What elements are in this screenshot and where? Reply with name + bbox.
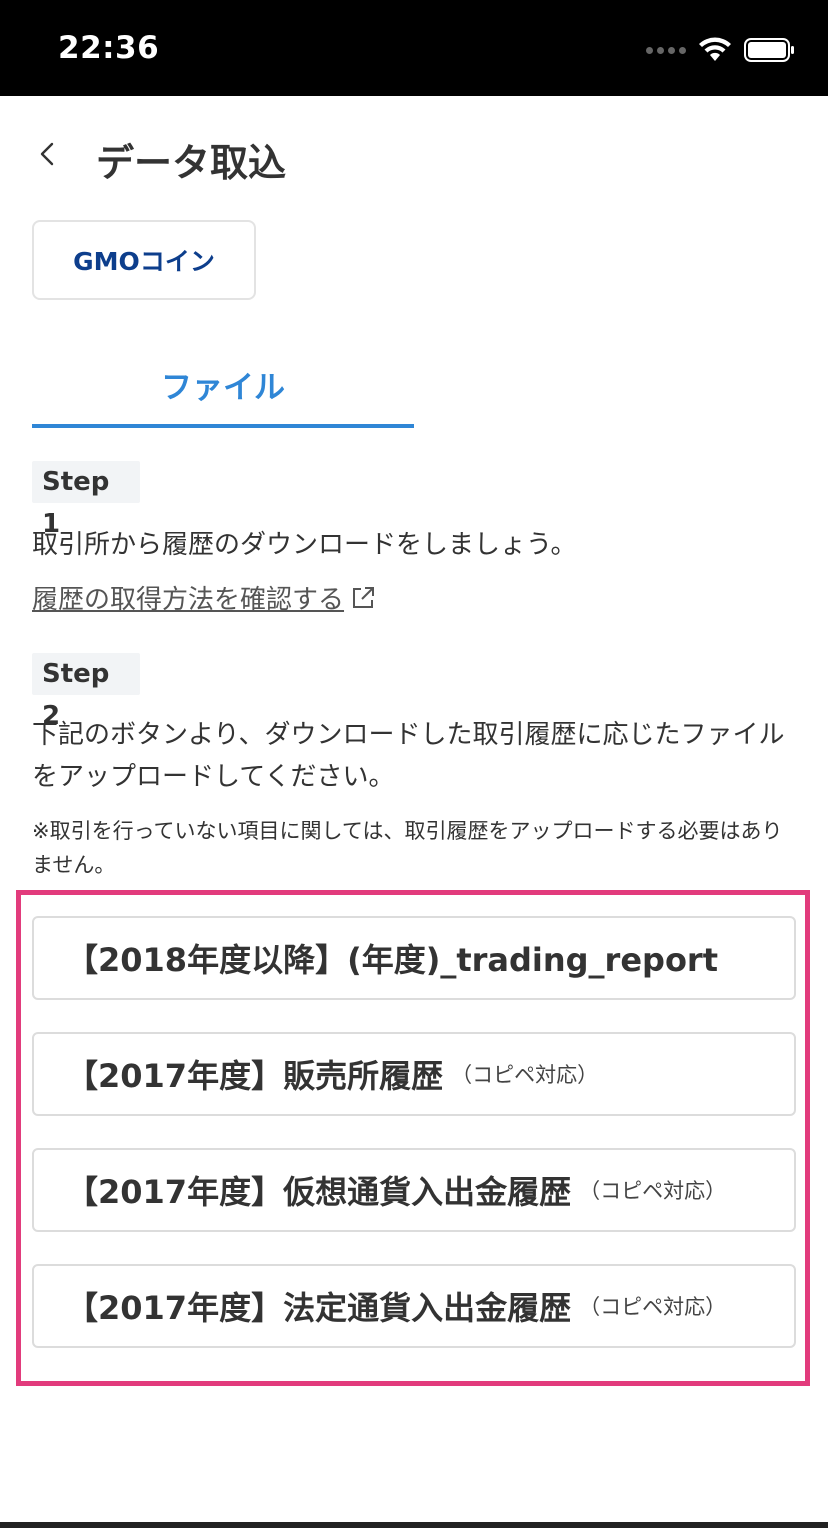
wifi-icon xyxy=(699,37,731,61)
upload-button-label: 【2018年度以降】(年度)_trading_report xyxy=(66,941,719,979)
upload-button-2017-crypto-deposit-withdrawal[interactable]: 【2017年度】仮想通貨入出金履歴 （コピペ対応） xyxy=(32,1148,796,1232)
status-icons xyxy=(646,36,796,64)
step2-badge: Step 2 xyxy=(32,653,140,731)
exchange-logo: GMOコイン xyxy=(32,220,256,300)
step1-badge: Step 1 xyxy=(32,461,140,539)
copy-paste-support-note: （コピペ対応） xyxy=(579,1295,727,1319)
history-guide-link-label: 履歴の取得方法を確認する xyxy=(32,585,345,615)
page-title: データ取込 xyxy=(96,141,287,185)
upload-note: ※取引を行っていない項目に関しては、取引履歴をアップロードする必要はありません。 xyxy=(32,819,783,877)
battery-icon xyxy=(744,38,794,62)
upload-button-2017-fiat-deposit-withdrawal[interactable]: 【2017年度】法定通貨入出金履歴 （コピペ対応） xyxy=(32,1264,796,1348)
step2-text: 下記のボタンより、ダウンロードした取引履歴に応じたファイルをアップロードしてくだ… xyxy=(32,720,785,792)
tab-active-indicator xyxy=(32,424,414,428)
cellular-signal-icon xyxy=(646,46,686,54)
copy-paste-support-note: （コピペ対応） xyxy=(451,1063,599,1087)
step1-text: 取引所から履歴のダウンロードをしましょう。 xyxy=(32,530,577,560)
home-indicator xyxy=(0,1522,828,1528)
upload-button-2018-trading-report[interactable]: 【2018年度以降】(年度)_trading_report xyxy=(32,916,796,1000)
upload-button-label: 【2017年度】仮想通貨入出金履歴 xyxy=(66,1173,572,1211)
status-time: 22:36 xyxy=(58,30,160,66)
logo-coin-text: コイン xyxy=(139,247,215,276)
upload-button-2017-sales-history[interactable]: 【2017年度】販売所履歴 （コピペ対応） xyxy=(32,1032,796,1116)
gmo-coin-logo: GMOコイン xyxy=(73,242,215,278)
upload-button-label: 【2017年度】販売所履歴 xyxy=(66,1057,444,1095)
logo-gmo-text: GMO xyxy=(73,247,140,276)
back-chevron-icon[interactable] xyxy=(34,140,62,168)
tab-file-label: ファイル xyxy=(161,370,285,406)
history-guide-link[interactable]: 履歴の取得方法を確認する xyxy=(32,580,376,620)
external-link-icon xyxy=(353,587,375,608)
header: データ取込 xyxy=(0,96,828,216)
status-bar: 22:36 xyxy=(0,0,828,96)
copy-paste-support-note: （コピペ対応） xyxy=(579,1179,727,1203)
upload-button-label: 【2017年度】法定通貨入出金履歴 xyxy=(66,1289,572,1327)
tab-file[interactable]: ファイル xyxy=(32,360,414,428)
